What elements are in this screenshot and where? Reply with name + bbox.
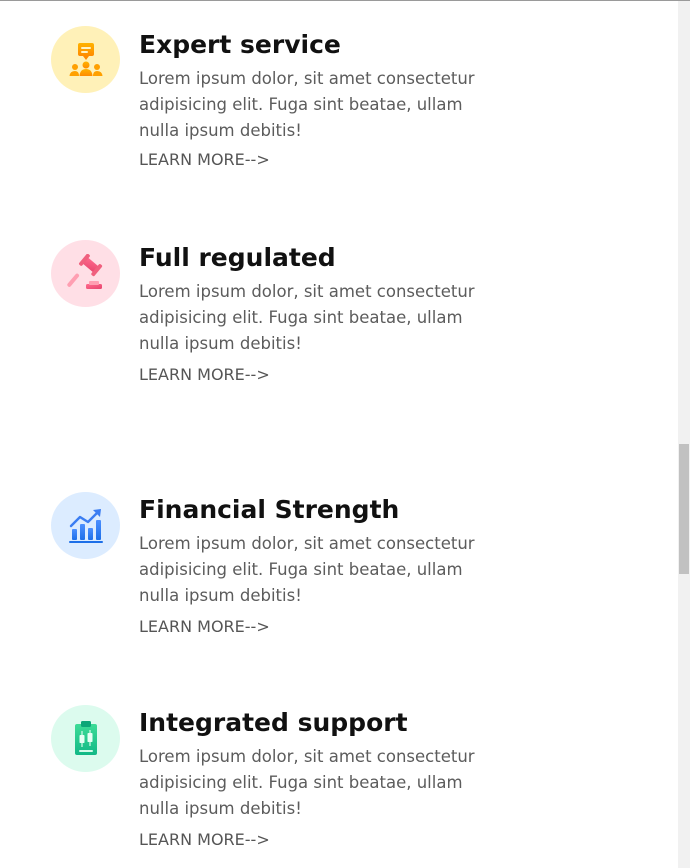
learn-more-link[interactable]: LEARN MORE--> <box>139 830 270 850</box>
feature-title: Integrated support <box>139 708 408 737</box>
learn-more-link[interactable]: LEARN MORE--> <box>139 150 270 170</box>
clipboard-chart-icon <box>51 705 120 772</box>
vertical-scrollbar[interactable] <box>678 1 690 868</box>
learn-more-link[interactable]: LEARN MORE--> <box>139 365 270 385</box>
feature-title: Full regulated <box>139 243 336 272</box>
feature-text: Expert service Lorem ipsum dolor, sit am… <box>139 30 499 170</box>
learn-more-link[interactable]: LEARN MORE--> <box>139 617 270 637</box>
feature-text: Financial Strength Lorem ipsum dolor, si… <box>139 495 499 637</box>
feature-description: Lorem ipsum dolor, sit amet consectetur … <box>139 534 475 605</box>
support-team-icon <box>51 26 120 93</box>
gavel-icon <box>51 240 120 307</box>
feature-title: Financial Strength <box>139 495 400 524</box>
page-viewport: Expert service Lorem ipsum dolor, sit am… <box>0 0 690 868</box>
feature-description: Lorem ipsum dolor, sit amet consectetur … <box>139 282 475 353</box>
feature-description: Lorem ipsum dolor, sit amet consectetur … <box>139 747 475 818</box>
scrollbar-thumb[interactable] <box>679 444 689 574</box>
growth-chart-icon <box>51 492 120 559</box>
feature-text: Integrated support Lorem ipsum dolor, si… <box>139 708 499 850</box>
feature-text: Full regulated Lorem ipsum dolor, sit am… <box>139 243 499 385</box>
feature-description: Lorem ipsum dolor, sit amet consectetur … <box>139 69 475 140</box>
feature-title: Expert service <box>139 30 341 59</box>
